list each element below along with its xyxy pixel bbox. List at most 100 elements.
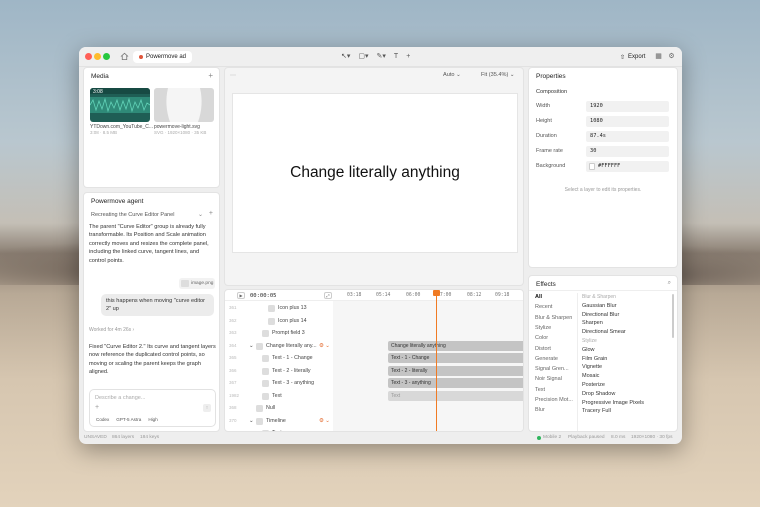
- effect-category[interactable]: Color: [535, 335, 548, 341]
- effect-category[interactable]: Precision Mot...: [535, 397, 573, 403]
- layer-row[interactable]: 361 Icon plus 13: [225, 302, 333, 315]
- effect-category[interactable]: Blur: [535, 407, 545, 413]
- effect-category[interactable]: Signal Gren...: [535, 366, 569, 372]
- add-media-icon[interactable]: +: [208, 71, 213, 80]
- effect-item[interactable]: Vignette: [582, 364, 602, 370]
- effect-category[interactable]: Distort: [535, 346, 551, 352]
- effect-category[interactable]: Noir Signal: [535, 376, 562, 382]
- select-tool-icon[interactable]: ↖▾: [341, 52, 350, 61]
- user-message: this happens when moving "curve editor 2…: [101, 294, 214, 316]
- effect-category[interactable]: All: [535, 294, 542, 300]
- expand-caret-icon[interactable]: ⌄: [249, 418, 253, 424]
- search-icon[interactable]: ⌕: [668, 280, 671, 287]
- layer-row[interactable]: 370 ⌄ Timeline ⚙ ⌄: [225, 415, 333, 428]
- property-input[interactable]: 1080: [586, 116, 669, 127]
- effect-category[interactable]: Recent: [535, 304, 552, 310]
- thread-title[interactable]: Recreating the Curve Editor Panel: [91, 212, 174, 218]
- property-input[interactable]: 87.4s: [586, 131, 669, 142]
- property-input[interactable]: #FFFFFF: [586, 161, 669, 172]
- effect-item[interactable]: Directional Smear: [582, 329, 626, 335]
- property-input[interactable]: 30: [586, 146, 669, 157]
- effect-category[interactable]: Text: [535, 387, 545, 393]
- expand-caret-icon[interactable]: ⌄: [249, 343, 253, 349]
- shape-tool-icon[interactable]: ▢▾: [358, 52, 368, 61]
- layer-effects-icon[interactable]: ⚙ ⌄: [319, 418, 330, 424]
- layer-row[interactable]: 366 Text - 2 - literally: [225, 365, 333, 378]
- ruler-tick: 09:18: [495, 293, 510, 298]
- layer-effects-icon[interactable]: ⚙ ⌄: [319, 343, 330, 349]
- video-thumbnail[interactable]: 3:08: [90, 88, 150, 122]
- add-icon[interactable]: +: [406, 52, 410, 61]
- chat-composer: Describe a change... + ↑ Codex GPT-5 Ast…: [89, 389, 216, 427]
- property-input[interactable]: 1920: [586, 101, 669, 112]
- home-icon[interactable]: [120, 52, 129, 61]
- effect-category[interactable]: Generate: [535, 356, 558, 362]
- property-label: Width: [536, 103, 551, 109]
- title-bar: Powermove ad ↖▾ ▢▾ ✎▾ T + ⇧ Export ▦ ⚙: [79, 47, 682, 67]
- project-tab[interactable]: Powermove ad: [133, 51, 193, 63]
- fit-select[interactable]: Fit (35.4%) ⌄: [481, 72, 515, 78]
- chip-codex[interactable]: Codex: [94, 416, 111, 423]
- attachment-chip[interactable]: image.png: [179, 278, 215, 289]
- effect-item[interactable]: Tracery Full: [582, 408, 611, 414]
- layer-name: Icon plus 13: [278, 305, 307, 311]
- timeline-zoom-icon[interactable]: ⤢: [324, 292, 332, 299]
- stage-headline[interactable]: Change literally anything: [233, 164, 517, 182]
- layer-row[interactable]: 362 Icon plus 14: [225, 315, 333, 328]
- layout-icon[interactable]: ▦: [654, 52, 663, 61]
- layer-type-icon: [268, 305, 275, 312]
- timeline-clip[interactable]: Text - 3 - anything: [388, 378, 523, 388]
- playhead-handle[interactable]: [433, 290, 440, 296]
- minimize-window-button[interactable]: [94, 53, 101, 60]
- effect-item[interactable]: Sharpen: [582, 320, 603, 326]
- app-window: Powermove ad ↖▾ ▢▾ ✎▾ T + ⇧ Export ▦ ⚙ M…: [79, 47, 682, 444]
- worked-for-label: Worked for 4m 26s ›: [89, 327, 135, 333]
- play-icon[interactable]: ▶: [237, 292, 245, 299]
- layer-row[interactable]: 364 ⌄ Change literally any... ⚙ ⌄: [225, 340, 333, 353]
- layer-row[interactable]: 365 Text - 1 - Change: [225, 352, 333, 365]
- svg-thumbnail[interactable]: [154, 88, 214, 122]
- effect-item[interactable]: Gaussian Blur: [582, 303, 617, 309]
- effect-item[interactable]: Drop Shadow: [582, 391, 615, 397]
- effect-category[interactable]: Stylize: [535, 325, 551, 331]
- pen-tool-icon[interactable]: ✎▾: [377, 52, 386, 61]
- playhead[interactable]: [436, 290, 437, 431]
- ruler-tick: 05:14: [376, 293, 391, 298]
- layer-row[interactable]: 1982 Text: [225, 390, 333, 403]
- chip-effort[interactable]: High: [146, 416, 159, 423]
- layer-row[interactable]: 367 Text - 3 - anything: [225, 377, 333, 390]
- effect-item[interactable]: Mosaic: [582, 373, 599, 379]
- composition-stage[interactable]: Change literally anything: [233, 94, 517, 252]
- new-thread-icon[interactable]: +: [209, 210, 213, 217]
- chat-input[interactable]: Describe a change...: [95, 395, 145, 401]
- effect-item[interactable]: Progressive Image Pixels: [582, 400, 644, 406]
- effect-item[interactable]: Film Grain: [582, 356, 607, 362]
- close-window-button[interactable]: [85, 53, 92, 60]
- zoom-mode-select[interactable]: Auto ⌄: [443, 72, 461, 78]
- send-icon[interactable]: ↑: [203, 404, 211, 412]
- chip-model[interactable]: GPT-5 Astra: [114, 416, 143, 423]
- effect-item[interactable]: Posterize: [582, 382, 605, 388]
- layer-row[interactable]: 363 Prompt field 3: [225, 327, 333, 340]
- layer-index: 365: [229, 355, 237, 360]
- attach-icon[interactable]: +: [95, 404, 99, 411]
- export-button[interactable]: ⇧ Export: [616, 51, 649, 63]
- timeline-clip[interactable]: Text - 2 - literally: [388, 365, 523, 376]
- property-label: Height: [536, 118, 552, 124]
- color-swatch[interactable]: [589, 163, 595, 170]
- layer-row[interactable]: 368 Null: [225, 402, 333, 415]
- settings-icon[interactable]: ⚙: [667, 52, 676, 61]
- chevron-down-icon[interactable]: ⌄: [198, 211, 203, 218]
- text-tool-icon[interactable]: T: [394, 52, 398, 61]
- effect-item[interactable]: Directional Blur: [582, 312, 619, 318]
- effects-scrollbar[interactable]: [672, 294, 674, 338]
- effect-category[interactable]: Blur & Sharpen: [535, 315, 572, 321]
- canvas-menu-icon[interactable]: ⋯: [230, 72, 236, 79]
- timeline-clip[interactable]: Text - 1 - Change: [388, 353, 523, 363]
- maximize-window-button[interactable]: [103, 53, 110, 60]
- layer-name: Text - 3 - anything: [272, 380, 315, 386]
- layer-index: 367: [229, 380, 237, 385]
- timeline-clip[interactable]: Change literally anything: [388, 340, 523, 351]
- timeline-clip[interactable]: Text: [388, 390, 523, 401]
- effect-item[interactable]: Glow: [582, 347, 595, 353]
